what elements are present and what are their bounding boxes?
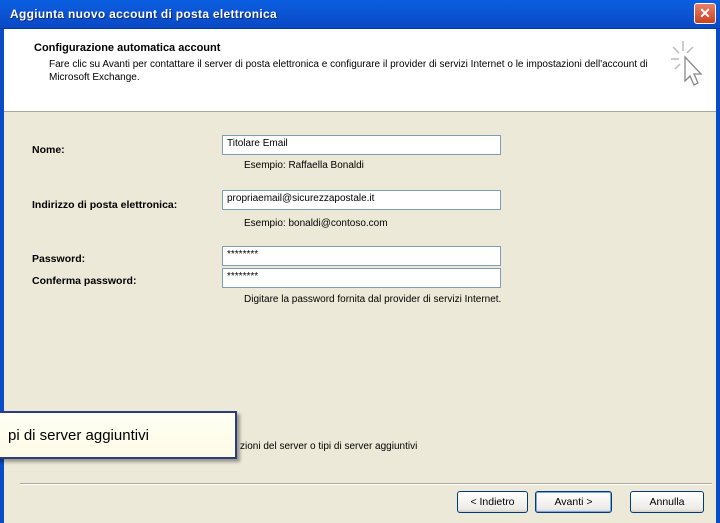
button-separator	[20, 483, 712, 485]
manual-config-option-label[interactable]: zioni del server o tipi di server aggiun…	[240, 441, 417, 452]
close-icon: ✕	[699, 5, 711, 21]
tooltip-callout: pi di server aggiuntivi	[0, 411, 237, 459]
wizard-sparkle-cursor-icon	[671, 41, 703, 86]
back-button[interactable]: < Indietro	[457, 491, 528, 513]
tooltip-text: pi di server aggiuntivi	[8, 426, 149, 444]
page-title: Configurazione automatica account	[34, 42, 221, 54]
email-example-hint: Esempio: bonaldi@contoso.com	[244, 218, 388, 229]
close-button[interactable]: ✕	[694, 3, 716, 24]
window-title: Aggiunta nuovo account di posta elettron…	[10, 7, 277, 21]
confirm-password-field[interactable]: ********	[222, 268, 501, 288]
page-description: Fare clic su Avanti per contattare il se…	[49, 59, 648, 83]
cancel-button[interactable]: Annulla	[630, 491, 704, 513]
window-frame-right	[716, 29, 720, 523]
title-bar: Aggiunta nuovo account di posta elettron…	[0, 0, 720, 29]
confirm-password-label: Conferma password:	[32, 275, 137, 287]
password-label: Password:	[32, 253, 86, 265]
password-field[interactable]: ********	[222, 246, 501, 266]
name-field[interactable]: Titolare Email	[222, 135, 501, 155]
name-label: Nome:	[32, 144, 65, 156]
wizard-header: Configurazione automatica account Fare c…	[4, 29, 716, 112]
name-example-hint: Esempio: Raffaella Bonaldi	[244, 160, 364, 171]
password-hint: Digitare la password fornita dal provide…	[244, 294, 502, 305]
email-field[interactable]: propriaemail@sicurezzapostale.it	[222, 190, 501, 210]
next-button[interactable]: Avanti >	[535, 491, 612, 513]
email-label: Indirizzo di posta elettronica:	[32, 199, 178, 211]
